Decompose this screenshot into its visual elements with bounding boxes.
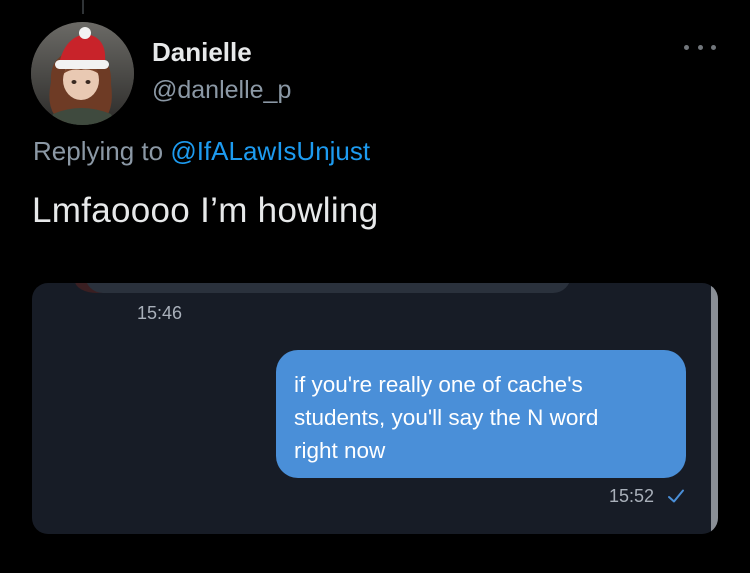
thread-line xyxy=(82,0,84,14)
replying-to-mention[interactable]: @IfALawIsUnjust xyxy=(170,136,370,166)
more-dot xyxy=(684,44,689,50)
media-screenshot[interactable]: 15:46 if you're really one of cache's st… xyxy=(32,283,718,534)
more-dot xyxy=(697,44,703,50)
sent-message-bubble: if you're really one of cache's students… xyxy=(276,350,686,478)
scrollbar xyxy=(711,283,718,534)
received-timestamp: 15:46 xyxy=(137,303,183,323)
sent-timestamp: 15:52 xyxy=(609,486,655,506)
check-icon xyxy=(668,489,684,503)
avatar-image xyxy=(31,22,134,125)
more-horizontal-icon[interactable] xyxy=(684,40,716,54)
more-dot xyxy=(711,44,716,50)
display-name[interactable]: Danielle xyxy=(152,37,252,68)
replying-to-line: Replying to @IfALawIsUnjust xyxy=(33,136,370,167)
replying-prefix: Replying to xyxy=(33,136,164,166)
previous-message-bubble xyxy=(85,283,571,293)
avatar[interactable] xyxy=(31,22,134,125)
tweet-text: Lmfaoooo I’m howling xyxy=(32,191,379,230)
user-handle[interactable]: @danlelle_p xyxy=(152,76,291,105)
